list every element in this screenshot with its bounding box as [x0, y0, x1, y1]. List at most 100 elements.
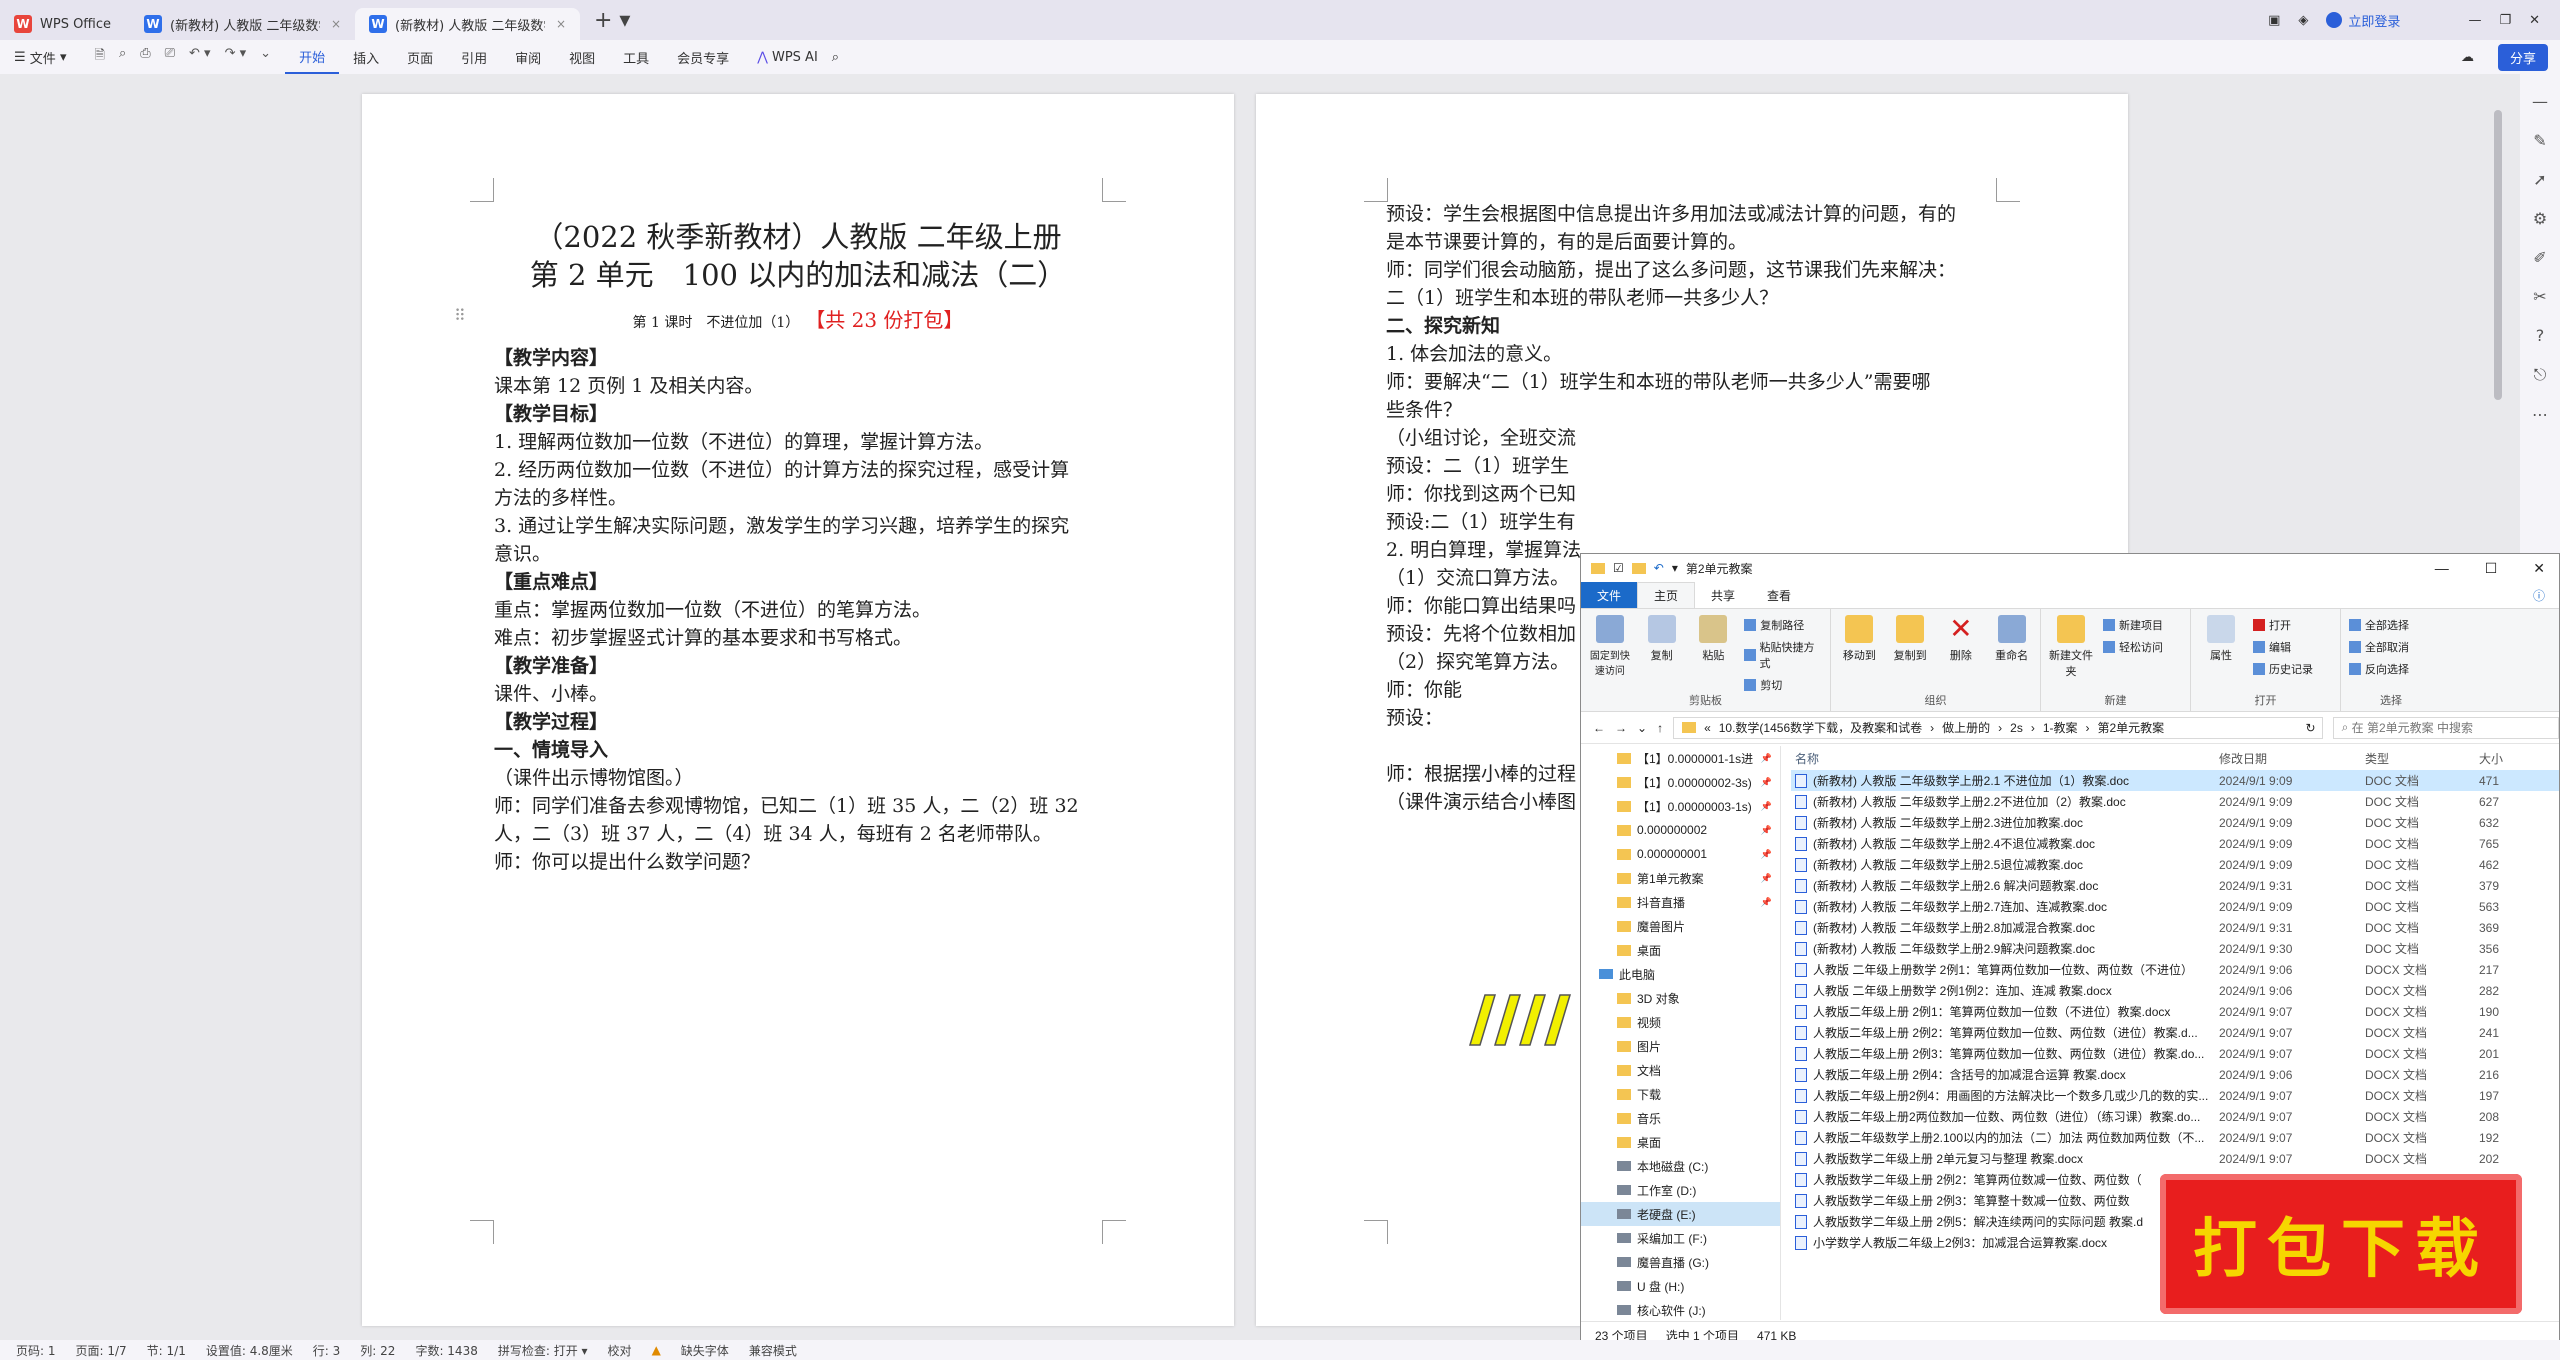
share-doc-icon[interactable]: ⎋	[2534, 365, 2547, 385]
recent-locations-icon[interactable]: ⌄	[1637, 721, 1647, 735]
tab-file[interactable]: 文件	[1581, 582, 1638, 608]
close-window-icon[interactable]: ✕	[2529, 13, 2540, 28]
nav-item[interactable]: 抖音直播 📌	[1581, 890, 1780, 914]
nav-item[interactable]: 【1】0.00000003-1s) 📌	[1581, 794, 1780, 818]
menu-item-home[interactable]: 开始	[285, 40, 340, 74]
tab-document-1[interactable]: W (新教材) 人教版 二年级数学上册 ×	[130, 8, 355, 40]
collapse-icon[interactable]: —	[2532, 92, 2548, 111]
search-icon[interactable]: ⌕	[832, 50, 839, 65]
tools-icon[interactable]: ✂	[2533, 287, 2546, 306]
nav-item[interactable]: 第1单元教案 📌	[1581, 866, 1780, 890]
menu-item-review[interactable]: 审阅	[501, 40, 555, 74]
new-item-button[interactable]: 新建项目	[2103, 617, 2163, 633]
nav-item[interactable]: 0.000000001 📌	[1581, 842, 1780, 866]
nav-item[interactable]: 此电脑	[1581, 962, 1780, 986]
file-row[interactable]: 人教版二年级数学上册2.100以内的加法（二）加法 两位数加两位数（不... 20…	[1791, 1127, 2559, 1148]
menu-item-member[interactable]: 会员专享	[663, 40, 743, 74]
file-row[interactable]: (新教材) 人教版 二年级数学上册2.1 不进位加（1）教案.doc 2024/9…	[1791, 770, 2559, 791]
help-icon[interactable]: ⓘ	[2533, 587, 2545, 604]
minimize-icon[interactable]: —	[2435, 560, 2449, 577]
save-icon[interactable]: 🗎	[94, 46, 104, 68]
select-all-button[interactable]: 全部选择	[2349, 617, 2409, 633]
file-row[interactable]: (新教材) 人教版 二年级数学上册2.8加减混合教案.doc 2024/9/1 9…	[1791, 917, 2559, 938]
maximize-icon[interactable]: ☐	[2485, 560, 2498, 577]
file-row[interactable]: (新教材) 人教版 二年级数学上册2.5退位减教案.doc 2024/9/1 9:…	[1791, 854, 2559, 875]
copy-path-button[interactable]: 复制路径	[1744, 617, 1822, 633]
file-row[interactable]: (新教材) 人教版 二年级数学上册2.3进位加教案.doc 2024/9/1 9:…	[1791, 812, 2559, 833]
status-page[interactable]: 页码: 1	[16, 1342, 56, 1359]
breadcrumb-segment[interactable]: 2s	[2010, 721, 2023, 735]
cut-button[interactable]: 剪切	[1744, 677, 1822, 693]
file-row[interactable]: 人教版 二年级上册数学 2例1例2：连加、连减 教案.docx 2024/9/1 …	[1791, 980, 2559, 1001]
breadcrumb-segment[interactable]: 1-教案	[2043, 719, 2078, 736]
cube-icon[interactable]: ◈	[2298, 13, 2308, 28]
print-icon[interactable]: ⎙	[140, 46, 150, 68]
nav-item[interactable]: 采编加工 (F:)	[1581, 1226, 1780, 1250]
new-folder-quick-icon[interactable]	[1631, 562, 1646, 574]
file-row[interactable]: 人教版二年级上册 2例4：含括号的加减混合运算 教案.docx 2024/9/1 …	[1791, 1064, 2559, 1085]
document-scrollbar[interactable]	[2494, 110, 2502, 400]
file-row[interactable]: (新教材) 人教版 二年级数学上册2.2不进位加（2）教案.doc 2024/9/…	[1791, 791, 2559, 812]
nav-item[interactable]: 桌面	[1581, 938, 1780, 962]
file-row[interactable]: (新教材) 人教版 二年级数学上册2.9解决问题教案.doc 2024/9/1 9…	[1791, 938, 2559, 959]
window-icon[interactable]: ▣	[2268, 13, 2280, 28]
breadcrumb-segment[interactable]: 第2单元教案	[2098, 719, 2165, 736]
file-row[interactable]: 人教版数学二年级上册 2单元复习与整理 教案.docx 2024/9/1 9:07…	[1791, 1148, 2559, 1169]
nav-item[interactable]: 老硬盘 (E:)	[1581, 1202, 1780, 1226]
share-button[interactable]: 分享	[2497, 44, 2548, 71]
login-button[interactable]: 立即登录	[2326, 11, 2400, 30]
file-row[interactable]: 人教版二年级上册 2例3：笔算两位数加一位数、两位数（进位）教案.do... 20…	[1791, 1043, 2559, 1064]
status-missing-font[interactable]: 缺失字体	[681, 1342, 729, 1359]
column-name[interactable]: 名称	[1791, 750, 2219, 767]
minimize-icon[interactable]: —	[2468, 13, 2481, 28]
dropdown-icon[interactable]: ▾	[1672, 561, 1678, 575]
select-none-button[interactable]: 全部取消	[2349, 639, 2409, 655]
edit-button[interactable]: 编辑	[2253, 639, 2313, 655]
status-proof[interactable]: 校对	[608, 1342, 632, 1359]
menu-item-tools[interactable]: 工具	[609, 40, 663, 74]
new-tab-icon[interactable]: + ▾	[594, 8, 630, 33]
paste-shortcut-button[interactable]: 粘贴快捷方式	[1744, 639, 1822, 671]
menu-item-view[interactable]: 视图	[555, 40, 609, 74]
settings-icon[interactable]: ⚙	[2533, 209, 2547, 228]
select-icon[interactable]: ➚	[2533, 170, 2546, 189]
nav-item[interactable]: 音乐	[1581, 1106, 1780, 1130]
help-icon[interactable]: ?	[2536, 326, 2545, 345]
nav-item[interactable]: 文档	[1581, 1058, 1780, 1082]
tab-wps-office[interactable]: W WPS Office	[0, 8, 130, 40]
cloud-sync-icon[interactable]: ☁	[2461, 50, 2474, 65]
file-row[interactable]: (新教材) 人教版 二年级数学上册2.4不退位减教案.doc 2024/9/1 9…	[1791, 833, 2559, 854]
status-row[interactable]: 行: 3	[313, 1342, 341, 1359]
menu-item-references[interactable]: 引用	[447, 40, 501, 74]
file-row[interactable]: 人教版 二年级上册数学 2例1：笔算两位数加一位数、两位数（不进位） 2024/9…	[1791, 959, 2559, 980]
status-words[interactable]: 字数: 1438	[415, 1342, 477, 1359]
nav-item[interactable]: 【1】0.00000002-3s) 📌	[1581, 770, 1780, 794]
pen-icon[interactable]: ✎	[2533, 131, 2546, 150]
undo-icon[interactable]: ↶ ▾	[189, 46, 211, 68]
address-bar[interactable]: « 10.数学(1456数学下载，及教案和试卷 › 做上册的 › 2s › 1-教案 ›…	[1673, 716, 2323, 739]
nav-item[interactable]: 0.000000002 📌	[1581, 818, 1780, 842]
more-icon[interactable]: ⌄	[260, 46, 271, 68]
status-col[interactable]: 列: 22	[360, 1342, 395, 1359]
file-row[interactable]: 人教版二年级上册2例4：用画图的方法解决比一个数多几或少几的数的实... 2024…	[1791, 1085, 2559, 1106]
format-painter-icon[interactable]: ⌕	[119, 46, 126, 68]
bundle-download-stamp[interactable]: 打包下载	[2160, 1174, 2522, 1314]
edit-icon[interactable]: ✐	[2533, 248, 2546, 267]
history-button[interactable]: 历史记录	[2253, 661, 2313, 677]
close-icon[interactable]: ×	[331, 17, 341, 31]
up-icon[interactable]: ↑	[1657, 721, 1663, 735]
close-icon[interactable]: ×	[556, 17, 566, 31]
invert-selection-button[interactable]: 反向选择	[2349, 661, 2409, 677]
status-section[interactable]: 节: 1/1	[147, 1342, 186, 1359]
nav-item[interactable]: 【1】0.0000001-1s进 📌	[1581, 746, 1780, 770]
nav-item[interactable]: 核心软件 (J:)	[1581, 1298, 1780, 1320]
file-row[interactable]: 人教版二年级上册2两位数加一位数、两位数（进位）（练习课）教案.do... 202…	[1791, 1106, 2559, 1127]
status-spell-check[interactable]: 拼写检查: 打开 ▾	[498, 1342, 588, 1359]
tab-home[interactable]: 主页	[1637, 582, 1696, 608]
file-row[interactable]: (新教材) 人教版 二年级数学上册2.7连加、连减教案.doc 2024/9/1 …	[1791, 896, 2559, 917]
nav-item[interactable]: 魔兽直播 (G:)	[1581, 1250, 1780, 1274]
nav-item[interactable]: 工作室 (D:)	[1581, 1178, 1780, 1202]
nav-item[interactable]: 视频	[1581, 1010, 1780, 1034]
easy-access-button[interactable]: 轻松访问	[2103, 639, 2163, 655]
properties-quick-icon[interactable]: ☑	[1613, 561, 1624, 575]
